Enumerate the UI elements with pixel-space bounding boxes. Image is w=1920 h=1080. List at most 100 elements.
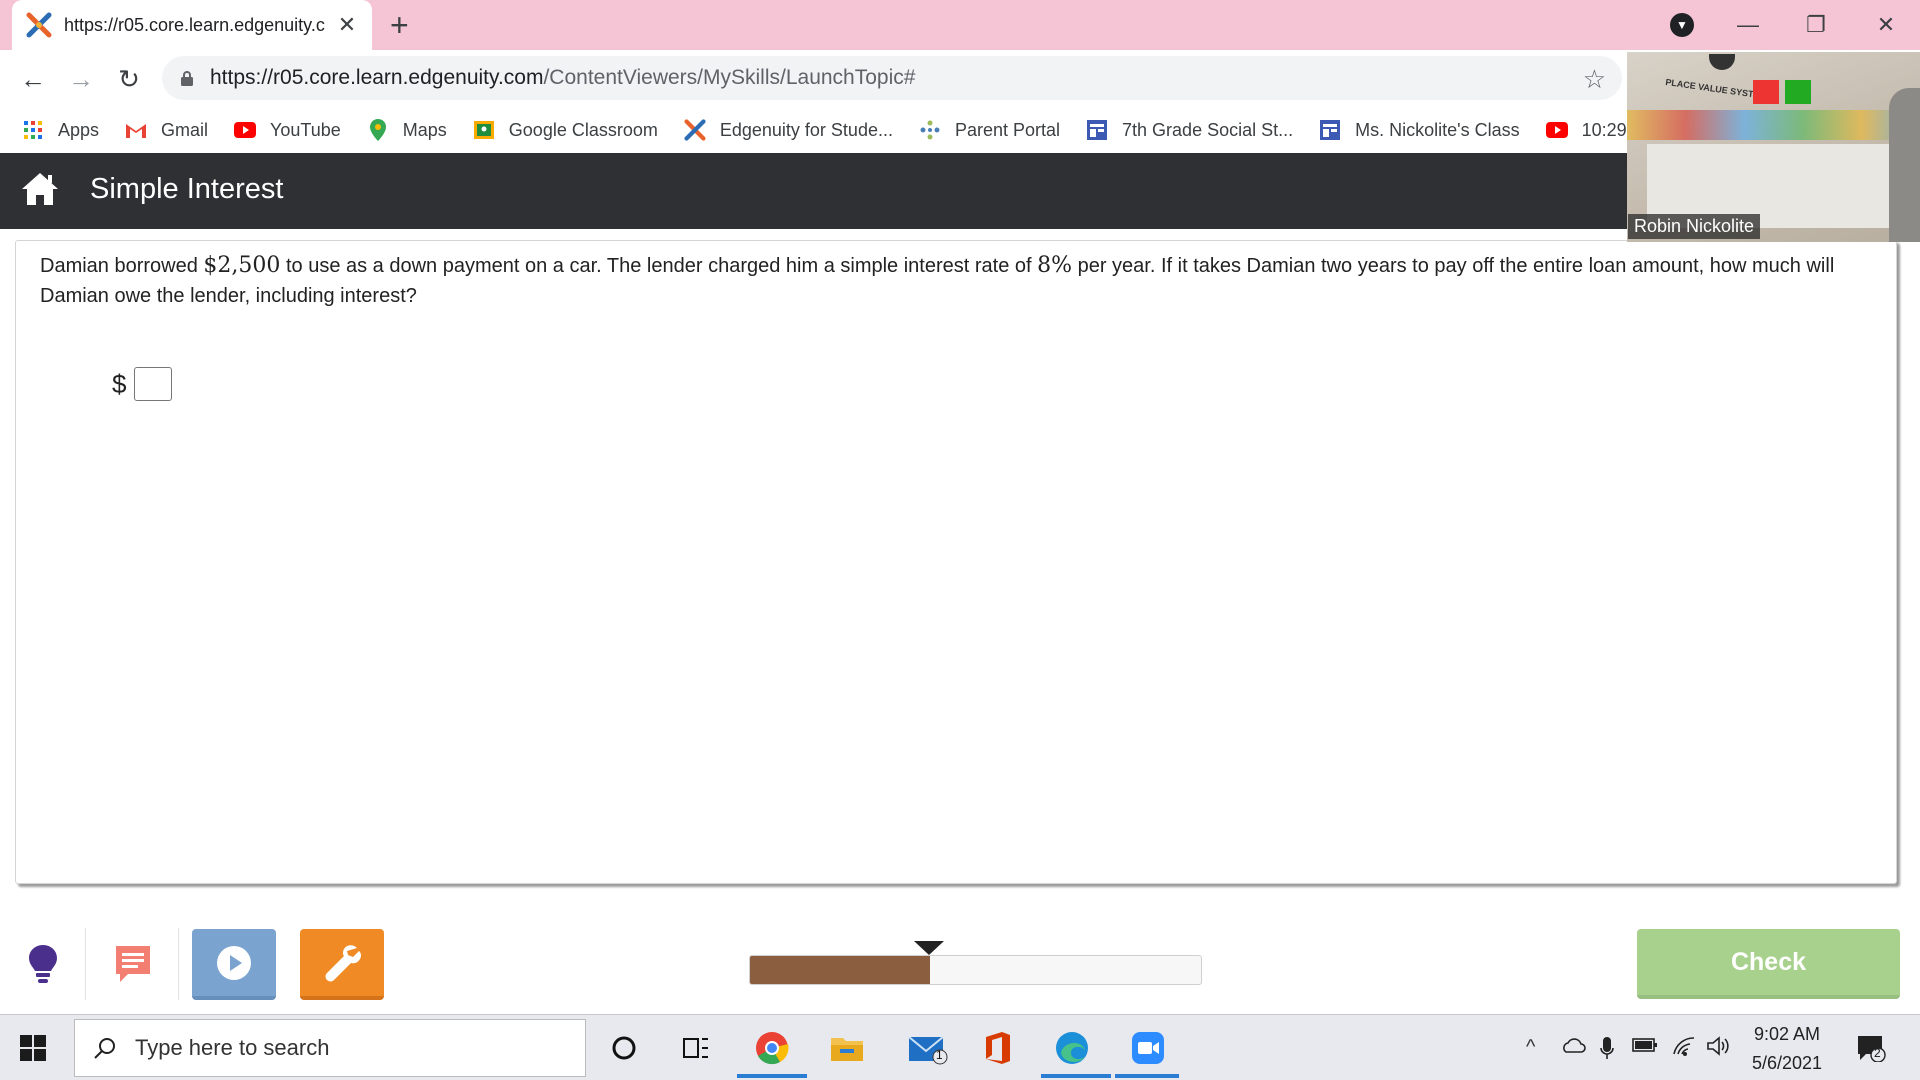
play-video-button[interactable] bbox=[192, 929, 276, 1000]
zoom-active-indicator bbox=[1115, 1074, 1179, 1078]
gmail-icon bbox=[125, 119, 147, 141]
answer-input[interactable] bbox=[134, 367, 173, 401]
site-icon bbox=[1319, 119, 1341, 141]
url-text: https://r05.core.learn.edgenuity.com/Con… bbox=[210, 66, 915, 90]
windows-start-icon[interactable] bbox=[20, 1035, 46, 1061]
chrome-icon[interactable] bbox=[754, 1030, 790, 1066]
play-icon bbox=[217, 945, 251, 980]
maps-pin-icon bbox=[367, 119, 389, 141]
video-call-overlay[interactable]: PLACE VALUE SYSTEM Robin Nickolite bbox=[1627, 52, 1920, 242]
microphone-icon[interactable] bbox=[1600, 1036, 1614, 1066]
task-view-icon[interactable] bbox=[678, 1030, 714, 1066]
edgenuity-icon bbox=[684, 119, 706, 141]
office-icon[interactable] bbox=[980, 1030, 1016, 1066]
bookmark-label: Ms. Nickolite's Class bbox=[1355, 119, 1520, 140]
notifications-icon[interactable]: 2 bbox=[1856, 1034, 1886, 1068]
progress-fill bbox=[750, 956, 931, 984]
interest-rate: 8% bbox=[1037, 253, 1073, 278]
question-part-1: Damian borrowed bbox=[40, 255, 204, 277]
bookmark-parent-portal[interactable]: Parent Portal bbox=[919, 119, 1060, 141]
question-card: Damian borrowed $2,500 to use as a down … bbox=[15, 240, 1897, 884]
progress-bar bbox=[749, 955, 1202, 985]
search-icon bbox=[94, 1038, 115, 1059]
hint-button[interactable] bbox=[0, 928, 86, 1000]
color-strip bbox=[1627, 110, 1920, 140]
feedback-button[interactable] bbox=[87, 928, 179, 1000]
reload-icon[interactable]: ↻ bbox=[112, 62, 146, 96]
bookmark-label: Google Classroom bbox=[508, 119, 658, 140]
wrench-icon bbox=[325, 944, 362, 981]
wifi-icon[interactable] bbox=[1672, 1036, 1696, 1062]
bookmark-label: 7th Grade Social St... bbox=[1122, 119, 1294, 140]
apps-grid-icon bbox=[22, 119, 44, 141]
taskbar-time[interactable]: 9:02 AM bbox=[1752, 1024, 1822, 1045]
tools-button[interactable] bbox=[300, 929, 384, 1000]
back-icon[interactable]: ← bbox=[16, 62, 50, 96]
youtube-icon bbox=[1545, 119, 1568, 141]
red-card bbox=[1753, 80, 1779, 104]
edge-active-indicator bbox=[1041, 1074, 1111, 1078]
portal-icon bbox=[919, 119, 941, 141]
bookmark-label: Edgenuity for Stude... bbox=[719, 119, 893, 140]
search-placeholder: Type here to search bbox=[135, 1035, 330, 1060]
loan-amount: $2,500 bbox=[203, 253, 281, 278]
edge-icon[interactable] bbox=[1054, 1030, 1090, 1066]
tab-strip: https://r05.core.learn.edgenuity.c ✕ + ▼… bbox=[0, 0, 1920, 50]
check-button[interactable]: Check bbox=[1637, 929, 1900, 999]
bookmark-label: Gmail bbox=[161, 119, 209, 140]
bookmark-youtube[interactable]: YouTube bbox=[234, 119, 341, 141]
bookmark-label: YouTube bbox=[270, 119, 341, 140]
mail-icon[interactable]: 1 bbox=[904, 1030, 952, 1066]
bookmark-gmail[interactable]: Gmail bbox=[125, 119, 208, 141]
bookmark-google-classroom[interactable]: Google Classroom bbox=[473, 119, 658, 141]
page-title: Simple Interest bbox=[90, 173, 284, 205]
lock-icon bbox=[181, 71, 193, 86]
close-window-icon[interactable]: ✕ bbox=[1866, 8, 1906, 42]
currency-symbol: $ bbox=[112, 368, 127, 399]
volume-icon[interactable] bbox=[1706, 1036, 1730, 1062]
progress-marker-icon bbox=[914, 941, 944, 955]
restore-icon[interactable]: ❐ bbox=[1796, 8, 1836, 42]
minimize-icon[interactable]: — bbox=[1728, 8, 1768, 42]
browser-tab[interactable]: https://r05.core.learn.edgenuity.c ✕ bbox=[12, 0, 372, 50]
bookmark-label: Maps bbox=[402, 119, 447, 140]
notification-count: 2 bbox=[1874, 1046, 1881, 1060]
participant-name: Robin Nickolite bbox=[1628, 214, 1761, 239]
bookmark-label: Parent Portal bbox=[954, 119, 1061, 140]
taskbar-search[interactable]: Type here to search bbox=[74, 1019, 586, 1077]
file-explorer-icon[interactable] bbox=[829, 1030, 865, 1066]
question-part-2: to use as a down payment on a car. The l… bbox=[280, 255, 1038, 277]
bookmark-label: Apps bbox=[58, 119, 100, 140]
zoom-icon[interactable] bbox=[1130, 1030, 1166, 1066]
participant-figure bbox=[1889, 88, 1920, 242]
question-text: Damian borrowed $2,500 to use as a down … bbox=[40, 251, 1860, 311]
onedrive-icon[interactable] bbox=[1560, 1036, 1586, 1060]
bookmark-edgenuity[interactable]: Edgenuity for Stude... bbox=[684, 119, 893, 141]
green-card bbox=[1785, 80, 1811, 104]
chrome-active-indicator bbox=[737, 1074, 807, 1078]
cortana-icon[interactable] bbox=[606, 1030, 642, 1066]
bookmark-7th-grade-social-studies[interactable]: 7th Grade Social St... bbox=[1086, 119, 1293, 141]
address-bar[interactable]: https://r05.core.learn.edgenuity.com/Con… bbox=[162, 56, 1622, 100]
classroom-icon bbox=[473, 119, 495, 141]
forward-icon[interactable]: → bbox=[64, 62, 98, 96]
home-icon[interactable] bbox=[20, 171, 60, 207]
taskbar-date[interactable]: 5/6/2021 bbox=[1744, 1053, 1830, 1074]
lightbulb-icon bbox=[28, 945, 57, 983]
url-host: https://r05.core.learn.edgenuity.com bbox=[210, 66, 544, 89]
bookmark-star-icon[interactable]: ☆ bbox=[1583, 64, 1606, 95]
youtube-icon bbox=[234, 119, 257, 141]
edgenuity-favicon-icon bbox=[26, 12, 52, 38]
bookmark-maps[interactable]: Maps bbox=[367, 119, 447, 141]
battery-icon[interactable] bbox=[1632, 1036, 1658, 1060]
answer-row: $ bbox=[112, 367, 173, 401]
tab-title: https://r05.core.learn.edgenuity.c bbox=[64, 14, 325, 35]
close-tab-icon[interactable]: ✕ bbox=[336, 12, 358, 38]
show-hidden-icons-icon[interactable]: ^ bbox=[1526, 1036, 1535, 1059]
profile-dropdown-icon[interactable]: ▼ bbox=[1670, 13, 1694, 37]
bookmark-apps[interactable]: Apps bbox=[22, 119, 99, 141]
mail-badge: 1 bbox=[936, 1048, 943, 1062]
bookmark-ms-nickolites-class[interactable]: Ms. Nickolite's Class bbox=[1319, 119, 1520, 141]
comment-icon bbox=[115, 946, 150, 982]
new-tab-icon[interactable]: + bbox=[390, 8, 409, 42]
